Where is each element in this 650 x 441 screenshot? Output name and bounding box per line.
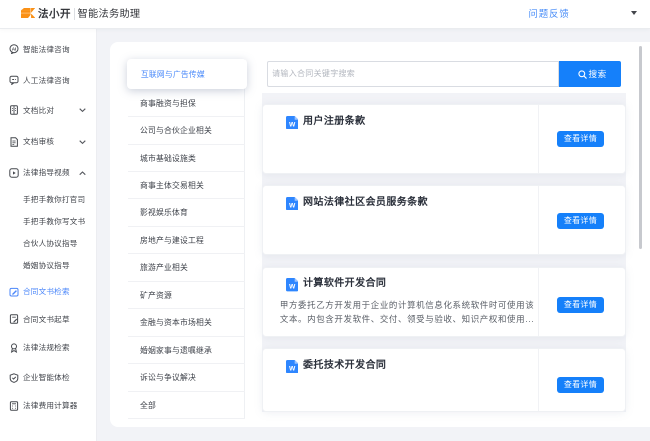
svg-text:w: w	[288, 282, 296, 291]
svg-text:w: w	[288, 201, 296, 210]
svg-text:w: w	[288, 119, 296, 128]
svg-text:AI: AI	[12, 47, 17, 52]
svg-text:w: w	[288, 364, 296, 373]
